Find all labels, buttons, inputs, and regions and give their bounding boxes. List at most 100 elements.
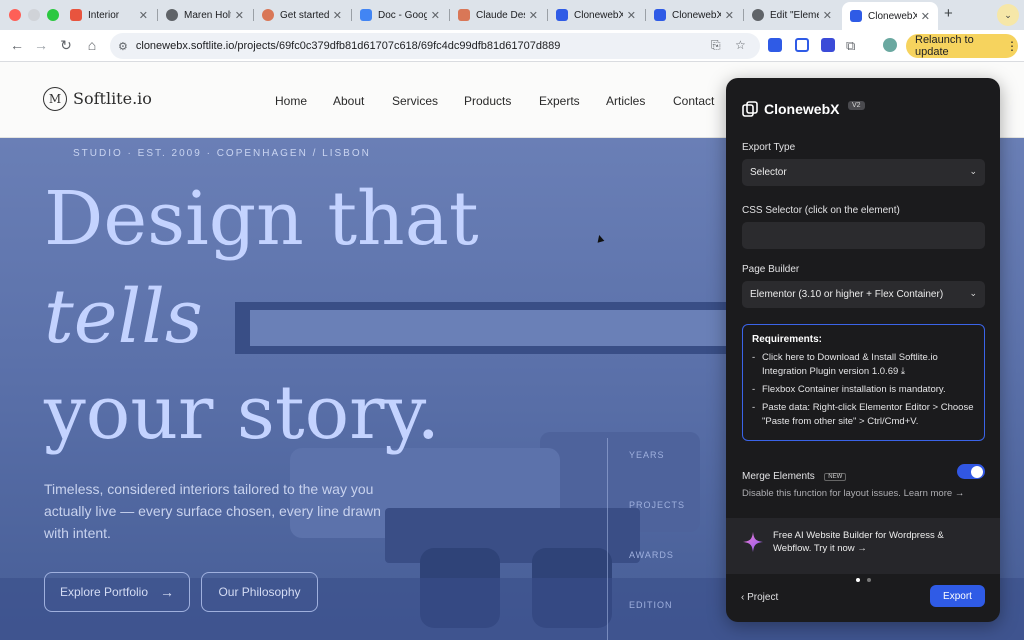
profile-avatar[interactable] xyxy=(883,38,897,52)
browser-tab-strip: Interior ✕ Maren Holt ✕ Get started ✕ Do… xyxy=(0,0,1024,30)
button-label: Our Philosophy xyxy=(218,585,301,599)
bookmark-star-icon[interactable]: ☆ xyxy=(735,38,746,52)
chevron-left-icon: ‹ xyxy=(741,592,745,603)
clonewebx-logo-icon xyxy=(742,101,758,117)
nav-contact[interactable]: Contact xyxy=(673,94,714,108)
toggle-knob xyxy=(971,465,983,478)
back-label: Project xyxy=(747,592,779,603)
browser-toolbar: ← → ↻ ⌂ ⚙ clonewebx.softlite.io/projects… xyxy=(0,30,1024,62)
site-info-icon[interactable]: ⚙ xyxy=(118,40,128,53)
arrow-right-icon: → xyxy=(857,543,867,554)
chevron-down-icon: ⌄ xyxy=(969,288,977,298)
window-zoom-button[interactable] xyxy=(47,9,59,21)
puzzle-icon[interactable]: ⧉ xyxy=(846,38,855,54)
browser-tab[interactable]: ClonewebX ✕ xyxy=(548,4,644,26)
nav-experts[interactable]: Experts xyxy=(539,94,580,108)
requirement-item[interactable]: - Click here to Download & Install Softl… xyxy=(752,351,975,379)
tab-favicon-icon xyxy=(654,9,666,21)
tab-favicon-icon xyxy=(850,10,862,22)
merge-elements-toggle[interactable] xyxy=(957,464,985,479)
button-label: Explore Portfolio xyxy=(59,585,149,599)
new-badge: NEW xyxy=(824,473,847,481)
promo-text: Free AI Website Builder for Wordpress & … xyxy=(773,529,973,555)
tab-close-icon[interactable]: ✕ xyxy=(823,9,832,22)
browser-tab[interactable]: Doc - Goog ✕ xyxy=(352,4,448,26)
tab-close-icon[interactable]: ✕ xyxy=(139,9,148,22)
home-icon: ⌂ xyxy=(87,37,97,53)
tab-favicon-icon xyxy=(70,9,82,21)
export-type-select[interactable]: Selector ⌄ xyxy=(742,159,985,186)
tab-close-icon[interactable]: ✕ xyxy=(921,10,930,23)
browser-tab-active[interactable]: ClonewebX ✕ xyxy=(842,2,938,30)
tab-favicon-icon xyxy=(752,9,764,21)
nav-about[interactable]: About xyxy=(333,94,364,108)
tab-title: Get started xyxy=(280,9,329,21)
relaunch-button[interactable]: Relaunch to update ⋮ xyxy=(906,34,1018,58)
tab-close-icon[interactable]: ✕ xyxy=(725,9,734,22)
page-builder-select[interactable]: Elementor (3.10 or higher + Flex Contain… xyxy=(742,281,985,308)
new-tab-button[interactable]: + xyxy=(944,5,953,22)
window-minimize-button[interactable] xyxy=(28,9,40,21)
logo-text[interactable]: Softlite.io xyxy=(73,89,152,108)
stat-label: EDITION xyxy=(629,600,673,610)
tab-title: Interior xyxy=(88,9,120,21)
carousel-dot-active[interactable] xyxy=(856,578,860,582)
tab-search-button[interactable]: ⌄ xyxy=(997,4,1019,26)
nav-articles[interactable]: Articles xyxy=(606,94,645,108)
extension-icon[interactable] xyxy=(768,38,782,52)
css-selector-input[interactable] xyxy=(742,222,985,249)
window-glass-shape xyxy=(250,310,780,346)
tab-title: ClonewebX xyxy=(574,9,623,21)
tab-close-icon[interactable]: ✕ xyxy=(529,9,538,22)
back-button[interactable]: ← xyxy=(8,37,26,53)
tab-close-icon[interactable]: ✕ xyxy=(235,9,244,22)
arrow-left-icon: ← xyxy=(10,37,24,53)
requirement-text: Paste data: Right-click Elementor Editor… xyxy=(762,402,974,427)
tab-close-icon[interactable]: ✕ xyxy=(627,9,636,22)
carousel-dot[interactable] xyxy=(867,578,872,582)
logo-mark[interactable]: M xyxy=(43,87,67,111)
nav-services[interactable]: Services xyxy=(392,94,438,108)
arrow-right-icon: → xyxy=(160,584,175,600)
browser-tab[interactable]: Maren Holt ✕ xyxy=(158,4,252,26)
browser-tab[interactable]: Claude Des ✕ xyxy=(450,4,546,26)
version-badge: V2 xyxy=(848,101,865,110)
requirement-text: Flexbox Container installation is mandat… xyxy=(762,384,946,395)
nav-products[interactable]: Products xyxy=(464,94,511,108)
hero-subtitle: Timeless, considered interiors tailored … xyxy=(44,481,381,541)
merge-help-text[interactable]: Disable this function for layout issues.… xyxy=(742,488,964,499)
requirement-download-link[interactable]: Click here to Download & Install Softlit… xyxy=(762,352,938,377)
explore-portfolio-button[interactable]: Explore Portfolio → xyxy=(44,572,190,612)
browser-tab[interactable]: ClonewebX ✕ xyxy=(646,4,742,26)
browser-tab[interactable]: Interior ✕ xyxy=(62,4,156,26)
sparkle-icon xyxy=(742,531,764,553)
home-button[interactable]: ⌂ xyxy=(83,37,101,53)
promo-banner[interactable]: Free AI Website Builder for Wordpress & … xyxy=(726,518,1000,574)
clonewebx-panel: ClonewebX V2 Export Type Selector ⌄ CSS … xyxy=(726,78,1000,622)
our-philosophy-button[interactable]: Our Philosophy xyxy=(201,572,318,612)
reload-icon: ↻ xyxy=(60,37,72,53)
clonewebx-extension-icon[interactable] xyxy=(795,38,809,52)
url-text[interactable]: clonewebx.softlite.io/projects/69fc0c379… xyxy=(136,40,560,52)
tab-favicon-icon xyxy=(360,9,372,21)
extension-icon[interactable] xyxy=(821,38,835,52)
tab-close-icon[interactable]: ✕ xyxy=(333,9,342,22)
reload-button[interactable]: ↻ xyxy=(57,37,75,54)
merge-help-label: Disable this function for layout issues.… xyxy=(742,488,953,499)
nav-home[interactable]: Home xyxy=(275,94,307,108)
hero-title-line-2: tells xyxy=(44,274,203,360)
forward-button[interactable]: → xyxy=(32,37,50,53)
window-close-button[interactable] xyxy=(9,9,21,21)
tab-close-icon[interactable]: ✕ xyxy=(431,9,440,22)
back-to-project-link[interactable]: ‹ Project xyxy=(741,592,778,603)
export-button[interactable]: Export xyxy=(930,585,985,607)
requirements-title: Requirements: xyxy=(752,334,823,345)
panel-title: ClonewebX xyxy=(764,101,840,117)
browser-tab[interactable]: Get started ✕ xyxy=(254,4,350,26)
address-bar[interactable]: ⚙ clonewebx.softlite.io/projects/69fc0c3… xyxy=(110,33,760,59)
relaunch-label: Relaunch to update xyxy=(915,34,974,58)
chevron-down-icon: ⌄ xyxy=(1004,9,1012,20)
install-app-icon[interactable]: ⎘ xyxy=(711,38,721,53)
browser-tab[interactable]: Edit "Eleme ✕ xyxy=(744,4,840,26)
merge-elements-label: Merge Elements xyxy=(742,471,815,482)
